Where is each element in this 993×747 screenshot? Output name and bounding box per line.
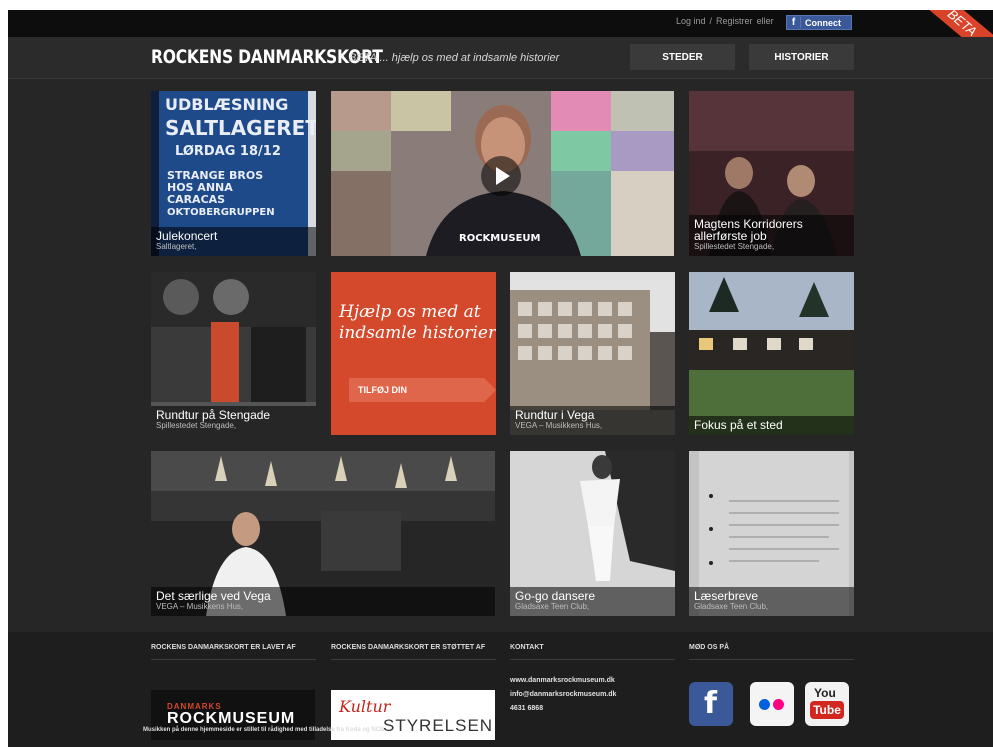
tile-caption: Magtens Korridorers allerførste job Spil… [689, 215, 854, 256]
nav-steder-button[interactable]: STEDER [630, 44, 735, 70]
tile-caption: Julekoncert Saltlageret, [151, 227, 316, 256]
footer-heading: ROCKENS DANMARKSKORT ER STØTTET AF [331, 644, 496, 660]
poster-line: UDBLÆSNING [165, 95, 288, 114]
facebook-icon[interactable]: f [689, 682, 733, 726]
tile-title: Læserbreve [694, 589, 759, 603]
rockmuseum-logo-big: ROCKMUSEUM [167, 710, 296, 727]
tile-title: Julekoncert [156, 229, 218, 243]
facebook-icon: f [787, 17, 801, 28]
tile-title: Det særlige ved Vega [156, 589, 271, 603]
or-text: eller [756, 16, 774, 26]
youtube-you: You [814, 686, 836, 700]
facebook-connect-label: Connect [805, 17, 841, 28]
tile-subtitle: VEGA – Musikkens Hus, [156, 602, 244, 611]
separator: / [709, 16, 713, 26]
add-story-button[interactable]: TILFØJ DIN ROCKHISTORIE [349, 378, 496, 402]
venue-house-photo [689, 272, 854, 435]
youtube-icon[interactable]: You Tube [805, 682, 849, 726]
site-logo[interactable]: ROCKENS DANMARKSKORT [151, 46, 383, 68]
facebook-connect-button[interactable]: f Connect [786, 15, 852, 30]
nav-historier-button[interactable]: HISTORIER [749, 44, 854, 70]
tile-subtitle: VEGA – Musikkens Hus, [515, 421, 603, 430]
story-tile-vega-saerlige[interactable]: Det særlige ved Vega VEGA – Musikkens Hu… [151, 451, 495, 616]
tile-title: Go-go dansere [515, 589, 596, 603]
footer-col-social: MØD OS PÅ [689, 644, 854, 660]
top-bar: Log ind / Registrer eller f Connect BETA [8, 10, 993, 67]
flickr-icon[interactable] [750, 682, 794, 726]
story-tile-fokus-sted[interactable]: Fokus på et sted [689, 272, 854, 435]
tile-subtitle: Spillestedet Stengade, [156, 421, 237, 430]
kultur-logo-bottom: STYRELSEN [383, 716, 494, 735]
poster-line: SALTLAGERET [165, 116, 316, 140]
story-tile-go-go-dansere[interactable]: Go-go dansere Gladsaxe Teen Club, [510, 451, 675, 616]
footer-heading: KONTAKT [510, 644, 675, 660]
tile-caption: Det særlige ved Vega VEGA – Musikkens Hu… [151, 587, 495, 616]
login-link[interactable]: Log ind [676, 16, 706, 26]
tile-title: Magtens Korridorers allerførste job [694, 217, 803, 243]
tile-caption: Rundtur i Vega VEGA – Musikkens Hus, [510, 406, 675, 435]
promo-text: Hjælp os med at indsamle historier [339, 302, 496, 343]
page-frame: Log ind / Registrer eller f Connect BETA… [8, 10, 993, 747]
poster-line: CARACAS [167, 193, 225, 206]
tile-subtitle: Gladsaxe Teen Club, [694, 602, 769, 611]
story-tile-laeserbreve[interactable]: Læserbreve Gladsaxe Teen Club, [689, 451, 854, 616]
footer-note: Musikken på denne hjemmeside er stillet … [143, 727, 385, 733]
tile-title: Fokus på et sted [694, 418, 783, 432]
flickr-pink-dot [773, 699, 784, 710]
tile-caption: Læserbreve Gladsaxe Teen Club, [689, 587, 854, 616]
footer-heading: ROCKENS DANMARKSKORT ER LAVET AF [151, 644, 316, 660]
tile-subtitle: Gladsaxe Teen Club, [515, 602, 590, 611]
facebook-glyph: f [704, 686, 718, 721]
poster-line: OKTOBERGRUPPEN [167, 207, 275, 218]
flickr-blue-dot [759, 699, 770, 710]
promo-tile-add-story[interactable]: Hjælp os med at indsamle historier TILFØ… [331, 272, 496, 435]
footer-col-supported-by: ROCKENS DANMARKSKORT ER STØTTET AF Kultu… [331, 644, 496, 740]
contact-phone: 4631 6868 [510, 705, 544, 712]
footer-col-made-by: ROCKENS DANMARKSKORT ER LAVET AF DANMARK… [151, 644, 316, 740]
play-icon[interactable] [481, 156, 521, 196]
tile-caption: Rundtur på Stengade Spillestedet Stengad… [151, 406, 316, 435]
poster-line: LØRDAG 18/12 [175, 144, 281, 159]
story-tile-rundtur-stengade[interactable]: Rundtur på Stengade Spillestedet Stengad… [151, 272, 316, 435]
site-tagline: BETA ... hjælp os med at indsamle histor… [349, 52, 560, 64]
youtube-tube: Tube [810, 701, 844, 719]
video-tile-featured[interactable]: ROCKMUSEUM [331, 91, 674, 256]
contact-email-link[interactable]: info@danmarksrockmuseum.dk [510, 688, 675, 702]
tile-title: Rundtur på Stengade [156, 408, 271, 422]
shirt-text: ROCKMUSEUM [459, 233, 541, 244]
site-header: ROCKENS DANMARKSKORT BETA ... hjælp os m… [8, 37, 993, 79]
tile-caption: Go-go dansere Gladsaxe Teen Club, [510, 587, 675, 616]
tile-title: Rundtur i Vega [515, 408, 595, 422]
footer-col-contact: KONTAKT www.danmarksrockmuseum.dk info@d… [510, 644, 675, 716]
tile-subtitle: Spillestedet Stengade, [694, 242, 775, 251]
story-tile-julekoncert[interactable]: UDBLÆSNING SALTLAGERET LØRDAG 18/12 STRA… [151, 91, 316, 256]
register-link[interactable]: Registrer [716, 16, 753, 26]
contact-website-link[interactable]: www.danmarksrockmuseum.dk [510, 674, 675, 688]
story-tile-magtens-korridorer[interactable]: Magtens Korridorers allerførste job Spil… [689, 91, 854, 256]
tile-subtitle: Saltlageret, [156, 242, 197, 251]
story-tile-rundtur-vega[interactable]: Rundtur i Vega VEGA – Musikkens Hus, [510, 272, 675, 435]
footer-heading: MØD OS PÅ [689, 644, 854, 660]
auth-links: Log ind / Registrer eller [676, 16, 774, 26]
tile-caption: Fokus på et sted [689, 416, 854, 435]
kultur-logo-top: Kultur [339, 697, 391, 716]
